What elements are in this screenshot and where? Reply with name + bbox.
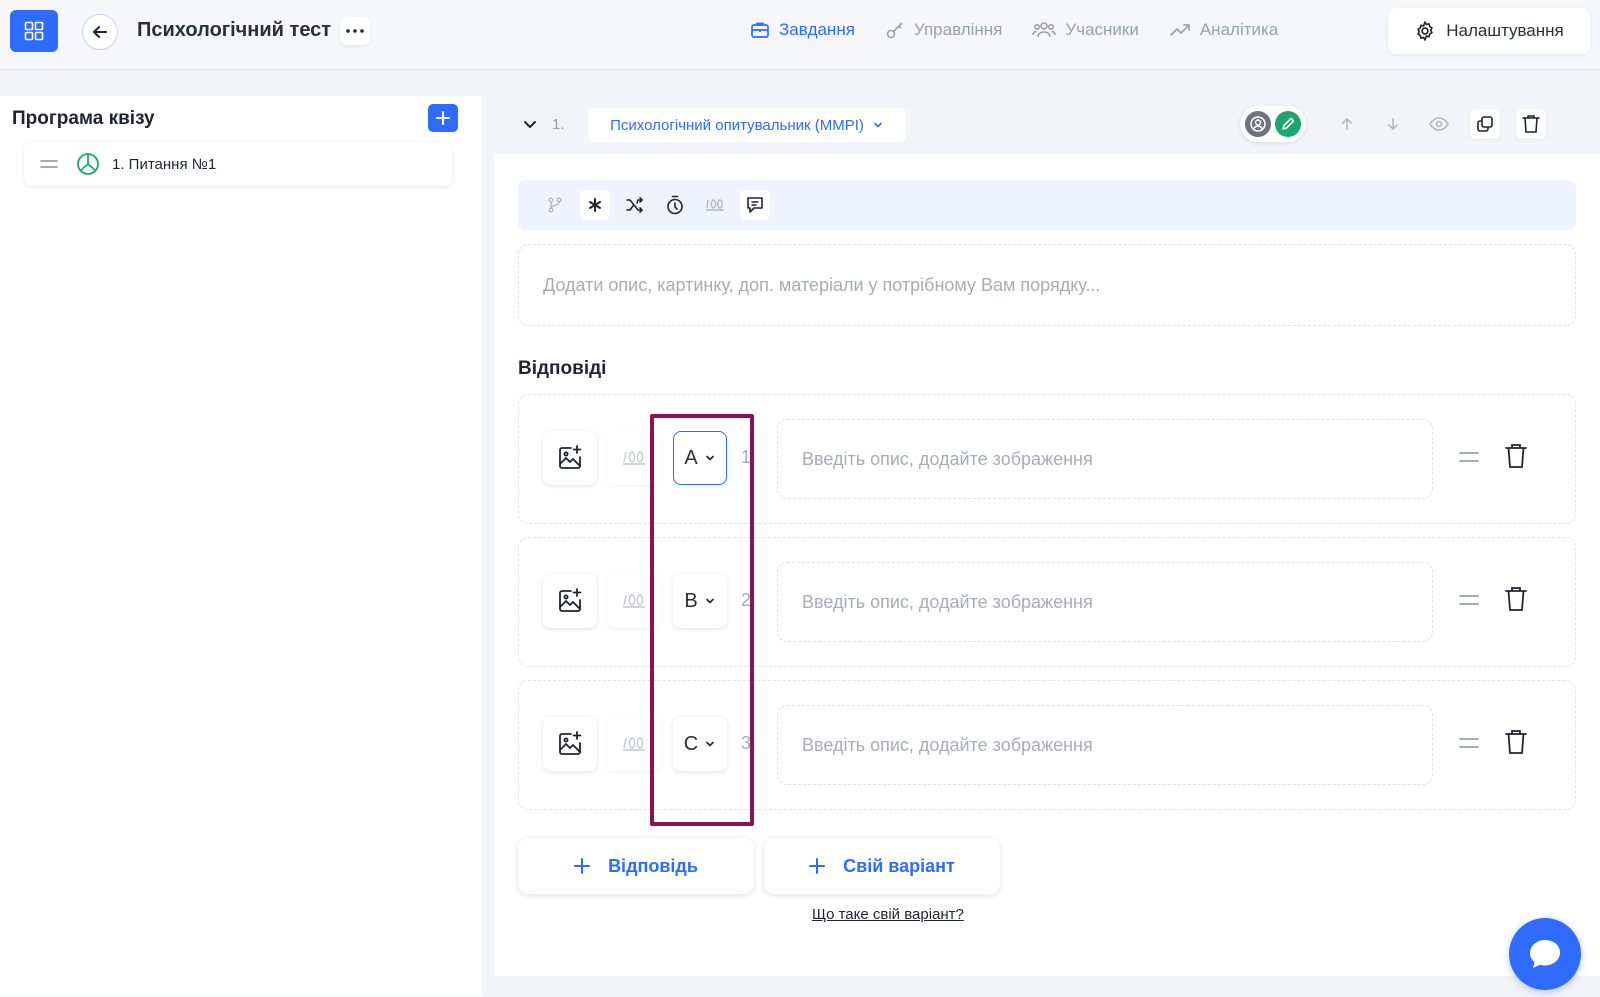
eye-icon: [1429, 117, 1449, 131]
chat-widget-button[interactable]: [1509, 918, 1581, 990]
required-button[interactable]: [580, 190, 610, 220]
role-toggle[interactable]: [1240, 106, 1306, 142]
arrow-up-icon: [1342, 117, 1352, 130]
score-button[interactable]: [700, 190, 730, 220]
chevron-down-icon: [874, 122, 882, 128]
plus-icon: [436, 111, 450, 125]
back-button[interactable]: [82, 14, 118, 50]
top-bar: Психологічний тест Завдання Управління У…: [0, 0, 1600, 70]
apps-menu-button[interactable]: [10, 10, 58, 52]
hundred-points-icon: [623, 594, 645, 608]
image-add-icon: [559, 588, 582, 612]
hundred-points-icon: [706, 199, 724, 211]
comment-icon: [747, 197, 763, 213]
add-answer-button[interactable]: Відповідь: [518, 838, 754, 894]
plus-icon: [809, 858, 826, 874]
add-question-button[interactable]: [428, 104, 458, 132]
sidebar-question-item[interactable]: 1. Питання №1: [24, 142, 452, 186]
briefcase-icon: [751, 22, 769, 38]
drag-handle-icon[interactable]: [1459, 451, 1479, 463]
move-down-button[interactable]: [1378, 109, 1408, 139]
delete-question-button[interactable]: [1516, 109, 1546, 139]
trash-icon[interactable]: [1505, 443, 1527, 469]
edit-mode-icon[interactable]: [1275, 111, 1301, 137]
quiz-program-sidebar: Програма квізу 1. Питання №1: [0, 96, 482, 996]
add-custom-option-button[interactable]: Свій варіант: [764, 838, 1000, 894]
trash-icon[interactable]: [1505, 586, 1527, 612]
question-number: 1.: [552, 116, 565, 133]
image-add-icon: [559, 445, 582, 469]
answer-description-input[interactable]: Введіть опис, додайте зображення: [777, 419, 1433, 499]
timer-button[interactable]: [660, 190, 690, 220]
drag-handle-icon[interactable]: [1459, 594, 1479, 606]
trash-icon[interactable]: [1505, 729, 1527, 755]
grid-icon: [24, 21, 44, 41]
timer-icon: [667, 195, 683, 215]
add-image-button[interactable]: [543, 717, 597, 771]
shuffle-icon: [626, 197, 643, 213]
users-icon: [1032, 22, 1057, 38]
view-mode-icon[interactable]: [1245, 111, 1271, 137]
more-options-button[interactable]: [340, 17, 370, 45]
add-answer-label: Відповідь: [608, 855, 698, 876]
chat-bubble-icon: [1530, 940, 1560, 968]
page-title: Психологічний тест: [137, 19, 332, 41]
highlight-box: [650, 414, 754, 826]
duplicate-button[interactable]: [1470, 109, 1500, 139]
question-header: 1. Психологічний опитувальник (MMPI): [494, 96, 1600, 154]
question-description-input[interactable]: Додати опис, картинку, доп. матеріали у …: [518, 244, 1576, 326]
tab-management[interactable]: Управління: [885, 20, 1002, 40]
tab-tasks[interactable]: Завдання: [750, 20, 855, 40]
image-add-icon: [559, 731, 582, 755]
copy-icon: [1477, 116, 1493, 132]
tab-participants-label: Учасники: [1065, 20, 1139, 39]
sidebar-question-label: 1. Питання №1: [112, 155, 217, 173]
settings-label: Налаштування: [1446, 21, 1564, 40]
key-icon: [886, 22, 903, 39]
drag-handle-icon[interactable]: [40, 159, 58, 169]
gear-icon: [1417, 20, 1434, 42]
sidebar-title: Програма квізу: [12, 108, 155, 129]
add-custom-option-label: Свій варіант: [843, 855, 955, 876]
more-horizontal-icon: [346, 29, 364, 33]
tab-tasks-label: Завдання: [779, 20, 855, 39]
branching-button[interactable]: [540, 190, 570, 220]
arrow-down-icon: [1388, 118, 1398, 131]
question-toolbar: [518, 180, 1576, 230]
drag-handle-icon[interactable]: [1459, 737, 1479, 749]
add-image-button[interactable]: [543, 431, 597, 485]
asterisk-icon: [589, 198, 601, 212]
settings-button[interactable]: Налаштування: [1388, 8, 1590, 54]
tab-analytics-label: Аналітика: [1199, 20, 1279, 39]
chevron-down-icon[interactable]: [522, 116, 538, 132]
shuffle-button[interactable]: [620, 190, 650, 220]
trash-icon: [1522, 115, 1540, 133]
main-nav: Завдання Управління Учасники Аналітика: [750, 20, 1278, 40]
comment-button[interactable]: [740, 190, 770, 220]
add-image-button[interactable]: [543, 574, 597, 628]
plus-icon: [574, 858, 591, 874]
tab-management-label: Управління: [913, 20, 1003, 39]
answer-description-input[interactable]: Введіть опис, додайте зображення: [777, 562, 1433, 642]
branch-icon: [548, 197, 562, 213]
question-type-select[interactable]: Психологічний опитувальник (MMPI): [588, 108, 906, 142]
move-up-button[interactable]: [1332, 109, 1362, 139]
trend-icon: [1169, 24, 1190, 36]
question-type-label: Психологічний опитувальник (MMPI): [610, 116, 864, 134]
answer-description-input[interactable]: Введіть опис, додайте зображення: [777, 705, 1433, 785]
hundred-points-icon: [623, 451, 645, 465]
tab-analytics[interactable]: Аналітика: [1169, 20, 1278, 40]
hundred-points-icon: [623, 737, 645, 751]
custom-option-help-link[interactable]: Що таке свій варіант?: [812, 906, 964, 923]
answers-title: Відповіді: [518, 358, 607, 379]
preview-button[interactable]: [1424, 109, 1454, 139]
arrow-left-icon: [93, 26, 107, 38]
pie-chart-icon: [77, 153, 99, 175]
tab-participants[interactable]: Учасники: [1032, 20, 1139, 40]
